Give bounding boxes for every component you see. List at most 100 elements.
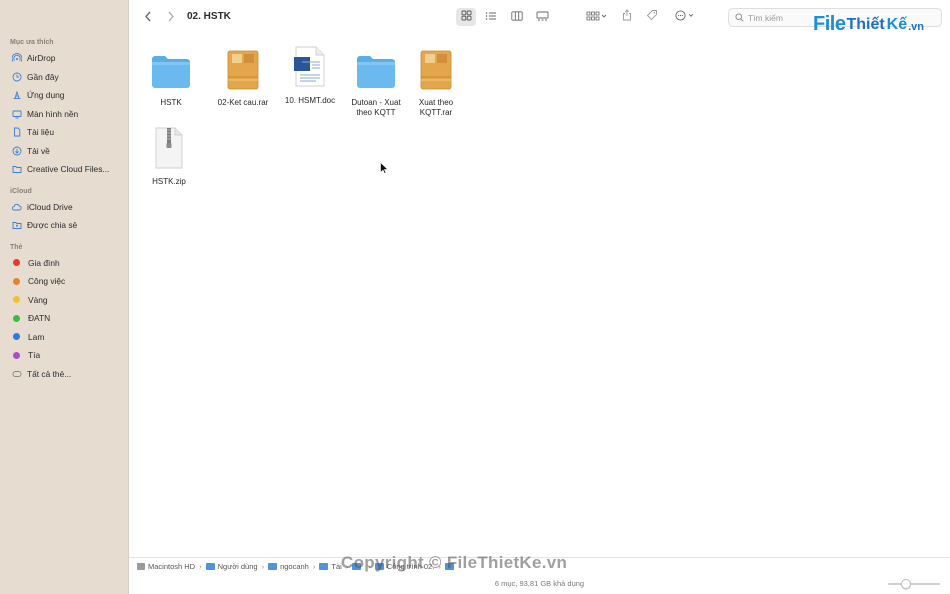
tag-outline-icon <box>11 368 22 379</box>
file-item-hstk-zip[interactable]: HSTK.zip <box>137 123 201 187</box>
status-bar-text: 6 mục, 93,81 GB khả dụng <box>494 579 585 588</box>
path-crumb-current[interactable] <box>444 563 457 570</box>
sidebar-item-creative-cloud[interactable]: Creative Cloud Files... <box>0 160 128 179</box>
path-crumb-macintosh-hd[interactable]: Macintosh HD <box>137 562 195 571</box>
mouse-cursor-icon <box>380 162 388 174</box>
gallery-view-button[interactable] <box>532 8 552 26</box>
sidebar-item-label: Gần đây <box>27 71 59 82</box>
sidebar-item-recents[interactable]: Gần đây <box>0 68 128 87</box>
path-crumb-label: ngocanh <box>280 562 309 571</box>
sidebar-item-label: Tía <box>28 350 41 361</box>
rar-archive-icon <box>414 44 458 90</box>
file-item-hsmt-doc[interactable]: 10. HSMT.doc <box>278 42 342 106</box>
folder-icon <box>149 44 193 90</box>
sidebar-tag-work[interactable]: Công việc <box>0 272 128 291</box>
file-name: Xuat theo KQTT.rar <box>418 98 454 117</box>
favorites-heading: Mục ưa thích <box>10 39 54 46</box>
grid-icon <box>461 8 472 26</box>
tag-button[interactable] <box>643 8 661 26</box>
toolbar: 02. HSTK Tìm kiếm File Thiết Kế .vn <box>129 0 950 36</box>
folder-icon <box>205 563 215 570</box>
icloud-heading: iCloud <box>10 187 32 195</box>
path-crumb-label: Macintosh HD <box>148 562 196 571</box>
group-by-button[interactable] <box>583 8 611 26</box>
sidebar-item-label: Lam <box>28 331 45 342</box>
file-item-xuat-theo-kqtt-rar[interactable]: Xuat theo KQTT.rar <box>404 44 468 118</box>
path-crumb-hidden[interactable] <box>352 563 364 570</box>
watermark-logo: File Thiết Kế .vn <box>813 13 924 36</box>
file-name: Dutoan - Xuat theo KQTT <box>351 98 401 117</box>
file-name: 10. HSMT.doc <box>284 96 336 105</box>
tag-icon <box>646 8 658 26</box>
more-actions-button[interactable] <box>672 8 700 26</box>
sidebar-item-label: ĐATN <box>28 313 51 324</box>
shared-folder-icon <box>11 220 22 231</box>
search-icon <box>735 9 744 27</box>
chevron-right-icon <box>167 9 175 25</box>
sidebar-tag-datn[interactable]: ĐATN <box>0 309 128 328</box>
sidebar-item-shared[interactable]: Được chia sẻ <box>0 216 128 235</box>
folder-icon <box>268 563 278 570</box>
sidebar-item-label: Tài liệu <box>27 127 54 138</box>
sidebar-item-desktop[interactable]: Màn hình nền <box>0 105 128 124</box>
sidebar-item-label: Tất cả thẻ... <box>27 368 72 379</box>
desktop-icon <box>11 108 22 119</box>
path-crumb-tai[interactable]: Tài <box>319 562 342 571</box>
file-name: HSTK <box>160 98 182 107</box>
column-view-button[interactable] <box>507 8 527 26</box>
applications-icon <box>11 90 22 101</box>
path-crumb-ngocanh[interactable]: ngocanh <box>268 562 309 571</box>
sidebar-tag-all[interactable]: Tất cả thẻ... <box>0 365 128 384</box>
sidebar-item-label: Creative Cloud Files... <box>27 164 110 175</box>
icon-view-button[interactable] <box>456 8 476 26</box>
sidebar-item-applications[interactable]: Ứng dụng <box>0 86 128 105</box>
folder-icon <box>319 563 329 570</box>
sidebar-tag-yellow[interactable]: Vàng <box>0 291 128 310</box>
sidebar-tag-blue[interactable]: Lam <box>0 328 128 347</box>
file-item-ket-cau-rar[interactable]: 02-Ket cau.rar <box>211 44 275 108</box>
file-name: HSTK.zip <box>152 177 186 186</box>
sidebar-item-airdrop[interactable]: AirDrop <box>0 49 128 68</box>
sidebar-item-icloud-drive[interactable]: iCloud Drive <box>0 198 128 217</box>
tag-color-dot <box>13 277 20 285</box>
rar-archive-icon <box>221 44 265 90</box>
sidebar-item-documents[interactable]: Tài liệu <box>0 123 128 142</box>
window-title: 02. HSTK <box>187 11 231 22</box>
zip-archive-icon <box>147 123 191 169</box>
airdrop-icon <box>11 53 22 64</box>
back-button[interactable] <box>141 9 155 25</box>
folder-icon <box>444 563 454 570</box>
cloud-icon <box>11 201 22 212</box>
folder-icon <box>352 563 362 570</box>
download-icon <box>11 145 22 156</box>
sidebar-item-label: iCloud Drive <box>27 201 73 212</box>
slider-track <box>888 583 940 585</box>
path-separator-icon: › <box>199 562 202 571</box>
sidebar-item-label: Ứng dụng <box>27 90 65 101</box>
columns-icon <box>511 8 523 26</box>
path-crumb-label: Người dùng <box>217 562 258 571</box>
file-item-hstk-folder[interactable]: HSTK <box>139 44 203 108</box>
path-crumb-label: Tài <box>331 562 342 571</box>
share-button[interactable] <box>618 8 636 26</box>
file-item-dutoan-folder[interactable]: Dutoan - Xuat theo KQTT <box>344 44 408 118</box>
path-separator-icon: › <box>368 562 371 571</box>
sidebar-tag-family[interactable]: Gia đình <box>0 254 128 273</box>
path-crumb-cong-trinh[interactable]: Công trình 02. <box>374 562 434 571</box>
document-icon <box>11 127 22 138</box>
path-separator-icon: › <box>261 562 265 571</box>
finder-window: Mục ưa thích AirDrop Gần đây Ứng dụng Mà… <box>0 0 950 594</box>
ellipsis-circle-icon <box>675 8 697 26</box>
list-view-button[interactable] <box>481 8 501 26</box>
sidebar-tag-purple[interactable]: Tía <box>0 346 128 365</box>
forward-button[interactable] <box>164 9 178 25</box>
tag-color-dot <box>13 333 20 341</box>
icon-size-slider[interactable] <box>888 579 940 589</box>
sidebar-item-label: Vàng <box>28 294 48 305</box>
slider-knob[interactable] <box>900 579 911 589</box>
sidebar-item-downloads[interactable]: Tải về <box>0 142 128 161</box>
tag-color-dot <box>13 351 20 359</box>
sidebar-item-label: Gia đình <box>28 257 60 268</box>
group-grid-icon <box>586 8 608 26</box>
path-crumb-users[interactable]: Người dùng <box>205 562 258 571</box>
